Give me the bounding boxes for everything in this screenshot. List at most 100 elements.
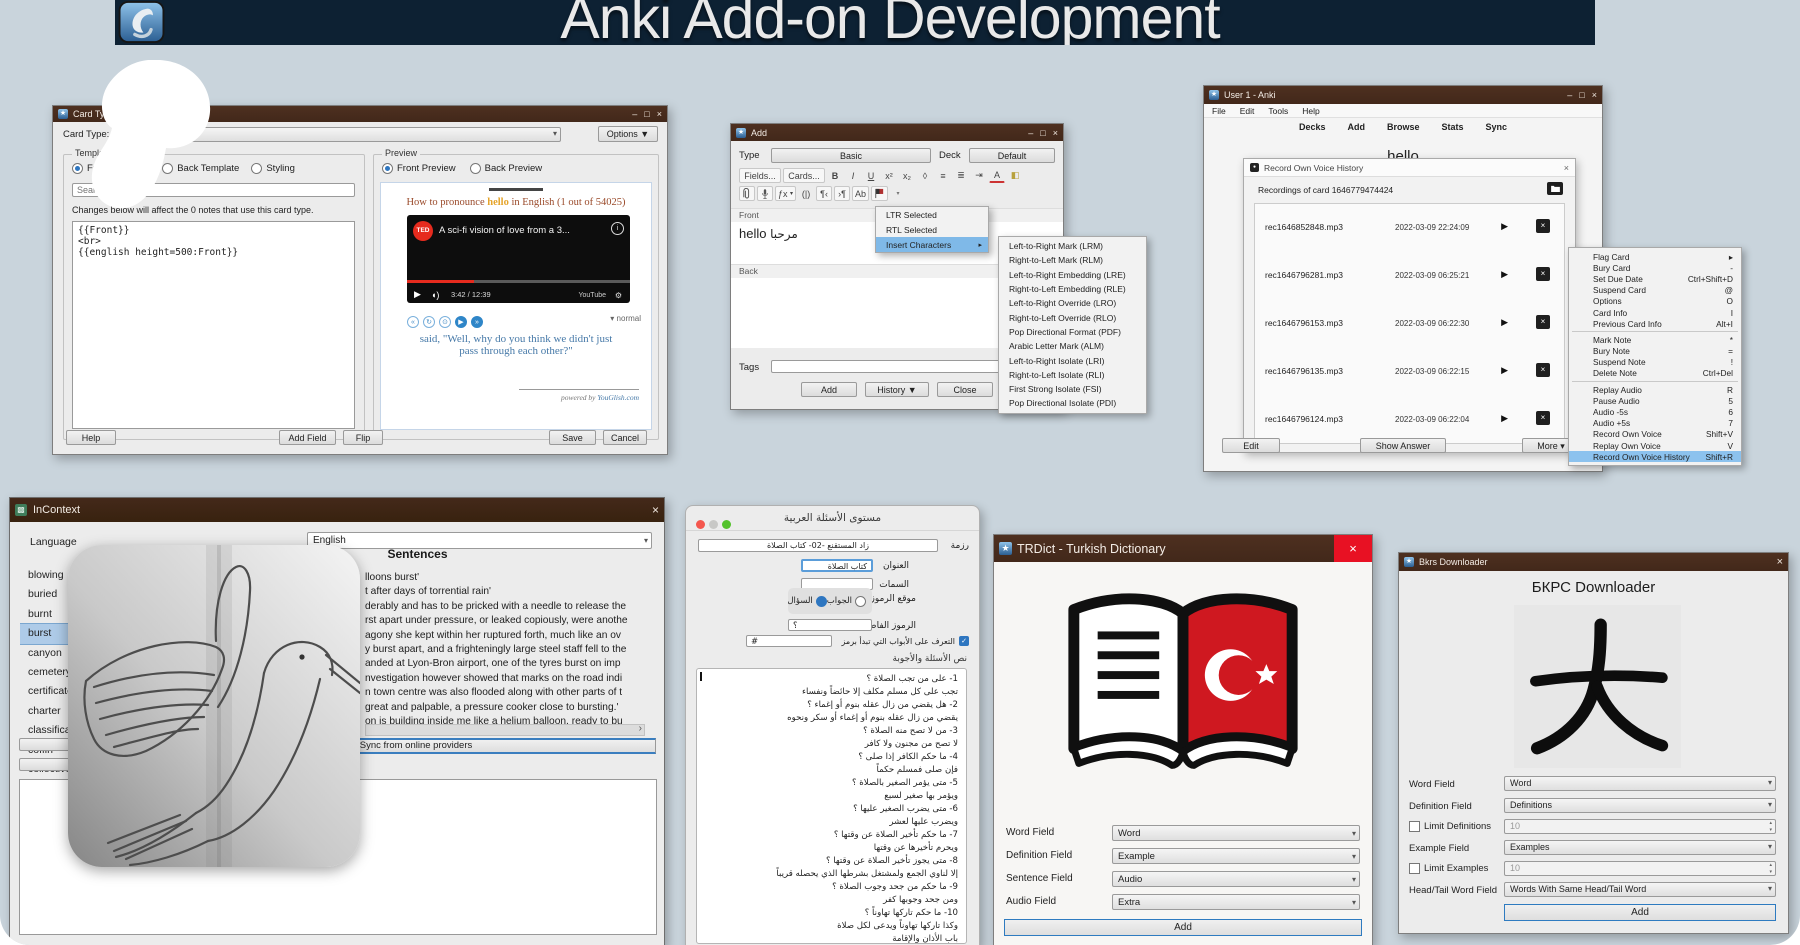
context-menu-item[interactable]: Replay Own VoiceV [1569,440,1741,451]
flip-button[interactable]: Flip [343,430,383,445]
minimize-icon[interactable]: – [1028,128,1033,138]
settings-gear-icon[interactable]: ⚙ [615,291,622,300]
radio-front-preview[interactable]: Front Preview [382,163,456,174]
context-menu-item[interactable]: Suspend Note! [1569,357,1741,368]
insert-character-item[interactable]: Right-to-Left Mark (RLM) [999,253,1146,267]
toolbar-more-icon[interactable]: ▾ [890,186,906,201]
context-menu-item[interactable]: Bury Note= [1569,346,1741,357]
fields-button[interactable]: Fields... [739,168,781,183]
delete-recording-button[interactable]: × [1536,411,1550,425]
mac-titlebar[interactable]: مستوى الأسئلة العربية [686,506,979,531]
play-recording-icon[interactable]: ▶ [1501,221,1508,232]
bold-icon[interactable]: B [827,168,843,183]
playback-speed[interactable]: ▾ normal [610,314,641,323]
attach-icon[interactable] [739,186,755,201]
text-color-icon[interactable]: A [989,168,1005,183]
insert-character-item[interactable]: Pop Directional Format (PDF) [999,325,1146,339]
rtl-paragraph-icon[interactable]: ›¶ [834,186,850,201]
note-type-button[interactable]: Basic [771,148,931,163]
delete-recording-button[interactable]: × [1536,219,1550,233]
menubar-item[interactable]: Tools [1268,106,1288,116]
radio-styling[interactable]: Styling [251,163,295,174]
rtl-menu-item[interactable]: LTR Selected [876,207,988,222]
add-button[interactable]: Add [801,382,857,397]
volume-icon[interactable]: ◖) [431,290,439,300]
close-icon[interactable]: × [1777,556,1783,568]
context-menu-item[interactable]: Suspend Card@ [1569,285,1741,296]
package-input[interactable]: زاد المستقنع -02- كتاب الصلاة [698,539,938,552]
context-menu-item[interactable]: Audio -5s6 [1569,406,1741,417]
word-field-select[interactable]: Word▾ [1504,776,1776,791]
close-icon[interactable]: × [657,109,662,119]
context-menu-item[interactable]: Audio +5s7 [1569,418,1741,429]
context-menu-item[interactable]: OptionsO [1569,296,1741,307]
rtl-menu-item[interactable]: Insert Characters▸ [876,237,988,252]
insert-character-item[interactable]: Arabic Letter Mark (ALM) [999,339,1146,353]
limit-definitions-checkbox[interactable]: Limit Definitions [1409,821,1491,832]
superscript-icon[interactable]: x² [881,168,897,183]
minimize-icon[interactable]: – [1567,90,1572,100]
context-menu-item[interactable]: Replay AudioR [1569,384,1741,395]
insert-character-item[interactable]: Pop Directional Isolate (PDI) [999,396,1146,410]
close-icon[interactable]: × [1564,163,1569,173]
play-recording-icon[interactable]: ▶ [1501,317,1508,328]
context-menu-item[interactable]: Previous Card InfoAlt+I [1569,318,1741,329]
bkrs-titlebar[interactable]: ★ Bkrs Downloader × [1399,553,1788,571]
highlight-color-icon[interactable]: ◧ [1007,168,1023,183]
close-button[interactable]: Close [937,382,993,397]
delete-recording-button[interactable]: × [1536,315,1550,329]
help-button[interactable]: Help [66,430,116,445]
skip-back-icon[interactable]: « [407,316,419,328]
close-icon[interactable]: × [1053,128,1058,138]
field-select[interactable]: Example▾ [1112,848,1360,864]
radio-question[interactable]: السؤال [787,596,826,607]
field-select[interactable]: Extra▾ [1112,894,1360,910]
youglish-link[interactable]: YouGlish.com [597,393,639,402]
example-field-select[interactable]: Examples▾ [1504,840,1776,855]
skip-forward-icon[interactable]: » [471,316,483,328]
unordered-list-icon[interactable]: ≡ [935,168,951,183]
mathjax-icon[interactable]: ƒx ▾ [775,186,796,201]
direction-flag-icon[interactable] [871,186,888,201]
add-titlebar[interactable]: ★ Add – □ × [731,124,1063,141]
limit-definitions-spinner[interactable]: 10▴▾ [1504,819,1776,834]
save-button[interactable]: Save [549,430,596,445]
maximize-icon[interactable]: □ [1579,90,1584,100]
add-field-button[interactable]: Add Field [279,430,336,445]
insert-character-item[interactable]: Left-to-Right Isolate (LRI) [999,353,1146,367]
edit-button[interactable]: Edit [1222,438,1280,453]
voice-dialog-titlebar[interactable]: ● Record Own Voice History × [1244,159,1575,177]
field-select[interactable]: Audio▾ [1112,871,1360,887]
play-button-icon[interactable]: ▶ [455,316,467,328]
spinner-arrows-icon[interactable]: ▴▾ [1769,820,1772,834]
nav-link[interactable]: Stats [1442,122,1464,132]
history-button[interactable]: History ▼ [865,382,929,397]
play-icon[interactable]: ▶ [414,289,421,300]
ordered-list-icon[interactable]: ≣ [953,168,969,183]
definition-field-select[interactable]: Definitions▾ [1504,798,1776,813]
insert-character-item[interactable]: Right-to-Left Embedding (RLE) [999,282,1146,296]
ltr-paragraph-icon[interactable]: ¶‹ [816,186,832,201]
incontext-titlebar[interactable]: ▩ InContext × [10,498,664,522]
insert-character-item[interactable]: Right-to-Left Isolate (RLI) [999,368,1146,382]
context-menu-item[interactable]: Set Due DateCtrl+Shift+D [1569,273,1741,284]
italic-icon[interactable]: I [845,168,861,183]
limit-examples-checkbox[interactable]: Limit Examples [1409,863,1488,874]
subscript-icon[interactable]: x₂ [899,168,915,183]
context-menu-item[interactable]: Flag Card▸ [1569,251,1741,262]
sentences-hscrollbar[interactable]: › [365,724,645,736]
open-folder-button[interactable] [1547,182,1563,195]
play-recording-icon[interactable]: ▶ [1501,413,1508,424]
nav-link[interactable]: Browse [1387,122,1420,132]
menubar-item[interactable]: Edit [1240,106,1255,116]
context-menu-item[interactable]: Record Own Voice HistoryShift+R [1569,451,1741,462]
card-options-button[interactable]: Options ▼ [598,126,658,142]
delete-recording-button[interactable]: × [1536,267,1550,281]
close-icon[interactable]: × [652,503,659,517]
spinner-arrows-icon[interactable]: ▴▾ [1769,862,1772,876]
context-menu-item[interactable]: Delete NoteCtrl+Del [1569,368,1741,379]
minimize-icon[interactable]: – [632,109,637,119]
radio-back-preview[interactable]: Back Preview [470,163,543,174]
insert-character-item[interactable]: Left-to-Right Mark (LRM) [999,239,1146,253]
close-button[interactable]: × [1334,535,1372,562]
